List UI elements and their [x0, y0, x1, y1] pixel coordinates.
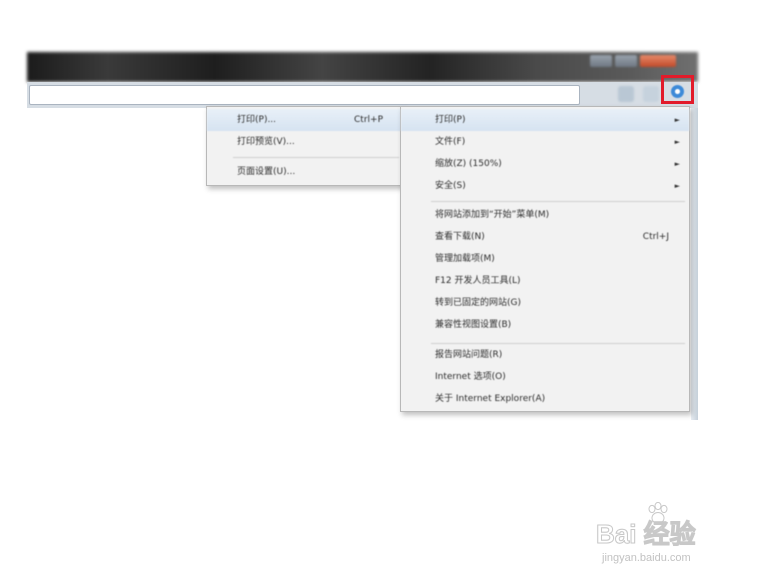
submenu-arrow-icon: ► [674, 160, 680, 168]
close-button[interactable] [640, 55, 676, 67]
menu-item-pinned-sites[interactable]: 转到已固定的网站(G) [401, 292, 689, 314]
submenu-arrow-icon: ► [674, 138, 680, 146]
baidu-jingyan-watermark: Bai 经验 jingyan.baidu.com [596, 502, 746, 572]
print-submenu: 打印(P)... Ctrl+P 打印预览(V)... 页面设置(U)... [206, 106, 404, 186]
menu-item-label: 报告网站问题(R) [435, 350, 503, 360]
menu-separator [431, 201, 685, 202]
minimize-button[interactable] [590, 55, 612, 67]
menu-item-label: 关于 Internet Explorer(A) [435, 394, 546, 404]
menu-separator [233, 157, 399, 158]
home-icon[interactable] [618, 86, 634, 102]
window-controls [590, 55, 676, 69]
browser-frame-edge [691, 108, 698, 420]
menu-item-label: 转到已固定的网站(G) [435, 298, 521, 308]
menu-item-print[interactable]: 打印(P)... Ctrl+P [207, 109, 403, 131]
menu-item-view-downloads[interactable]: 查看下载(N) Ctrl+J [401, 226, 689, 248]
menu-item-developer-tools[interactable]: F12 开发人员工具(L) [401, 270, 689, 292]
menu-item-add-site-to-start[interactable]: 将网站添加到“开始”菜单(M) [401, 204, 689, 226]
menu-item-file[interactable]: 文件(F) ► [401, 131, 689, 153]
menu-item-label: 文件(F) [435, 137, 466, 147]
menu-item-label: 打印(P)... [237, 115, 277, 125]
maximize-button[interactable] [615, 55, 637, 67]
menu-item-about-ie[interactable]: 关于 Internet Explorer(A) [401, 388, 689, 410]
submenu-arrow-icon: ► [674, 116, 680, 124]
menu-item-label: F12 开发人员工具(L) [435, 276, 521, 286]
menu-item-label: 管理加载项(M) [435, 254, 495, 264]
menu-item-label: Internet 选项(O) [435, 372, 506, 382]
menu-item-safety[interactable]: 安全(S) ► [401, 175, 689, 197]
watermark-logo-text: Bai 经验 [596, 519, 697, 550]
menu-item-manage-addons[interactable]: 管理加载项(M) [401, 248, 689, 270]
menu-item-label: 缩放(Z) (150%) [435, 159, 502, 169]
submenu-arrow-icon: ► [674, 182, 680, 190]
menu-item-zoom[interactable]: 缩放(Z) (150%) ► [401, 153, 689, 175]
menu-item-shortcut: Ctrl+P [354, 115, 383, 125]
tools-button-highlight [661, 75, 694, 104]
menu-item-report-problems[interactable]: 报告网站问题(R) [401, 344, 689, 366]
menu-item-label: 打印预览(V)... [237, 137, 295, 147]
address-input[interactable] [29, 85, 580, 105]
menu-item-page-setup[interactable]: 页面设置(U)... [207, 161, 403, 183]
tools-menu: 打印(P) ► 文件(F) ► 缩放(Z) (150%) ► 安全(S) ► 将… [400, 106, 690, 412]
menu-item-label: 安全(S) [435, 181, 466, 191]
menu-item-print-preview[interactable]: 打印预览(V)... [207, 131, 403, 153]
menu-item-shortcut: Ctrl+J [642, 232, 669, 242]
menu-item-compatibility-view[interactable]: 兼容性视图设置(B) [401, 314, 689, 336]
menu-item-label: 页面设置(U)... [237, 167, 296, 177]
watermark-url: jingyan.baidu.com [602, 552, 691, 564]
favorites-icon[interactable] [643, 86, 659, 102]
menu-item-print[interactable]: 打印(P) ► [401, 109, 689, 131]
menu-item-label: 兼容性视图设置(B) [435, 320, 512, 330]
menu-item-label: 打印(P) [435, 115, 466, 125]
menu-item-internet-options[interactable]: Internet 选项(O) [401, 366, 689, 388]
menu-item-label: 将网站添加到“开始”菜单(M) [435, 210, 550, 220]
menu-item-label: 查看下载(N) [435, 232, 485, 242]
